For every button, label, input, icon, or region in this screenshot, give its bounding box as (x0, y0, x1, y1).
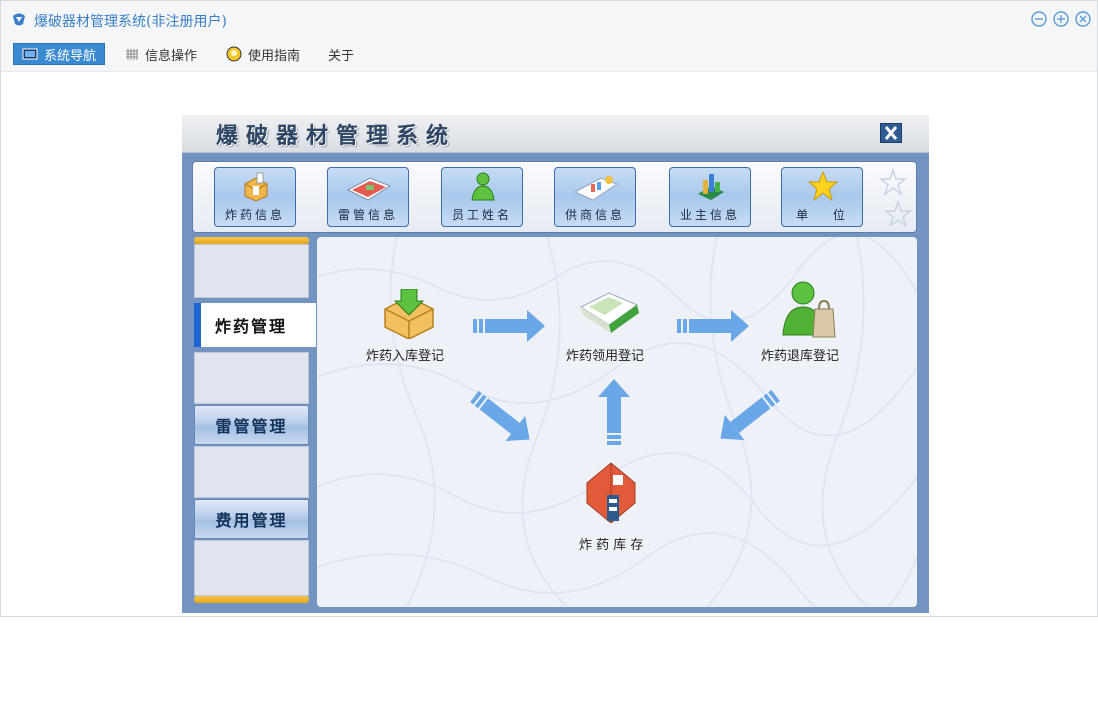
menu-info-ops[interactable]: 信息操作 (125, 43, 197, 65)
use-book-icon[interactable] (579, 285, 641, 337)
menu-label: 使用指南 (248, 48, 301, 64)
nav-item-explosive-management[interactable]: 炸药管理 (194, 303, 316, 347)
flow-stock-in-label[interactable]: 炸药入库登记 (366, 345, 444, 364)
app-close-button[interactable] (880, 123, 902, 143)
menu-label: 系统导航 (44, 48, 97, 64)
nav-item-label: 费用管理 (215, 511, 288, 530)
app-logo-icon (13, 13, 25, 26)
app-frame: 爆破器材管理系统 炸药信息 雷管信息 员工姓名 供商信息 业主信息 单 位 炸药… (182, 115, 929, 613)
toolbar-owner-info[interactable]: 业主信息 (669, 167, 751, 227)
nav-spacer (194, 446, 309, 498)
menu-system-nav[interactable]: 系统导航 (13, 43, 106, 65)
monitor-icon (22, 48, 38, 59)
menu-label: 信息操作 (145, 48, 198, 64)
employee-icon (471, 172, 495, 201)
flow-panel: 炸药入库登记 炸药领用登记 炸药退库登记 炸 药 库 存 (317, 237, 917, 607)
arrow-right-icon (677, 310, 749, 342)
owner-chart-icon (698, 174, 724, 200)
title-bar: 爆破器材管理系统(非注册用户) (1, 1, 1097, 39)
window-title: 爆破器材管理系统(非注册用户) (34, 14, 227, 30)
toolbar-employee-name[interactable]: 员工姓名 (441, 167, 523, 227)
nav-bottom-bar (194, 596, 309, 603)
bulb-icon (226, 46, 242, 62)
side-nav: 炸药管理 雷管管理 费用管理 (194, 237, 316, 607)
minimize-button[interactable] (1030, 10, 1048, 28)
toolbar-supplier-info[interactable]: 供商信息 (554, 167, 636, 227)
menu-guide[interactable]: 使用指南 (226, 43, 300, 65)
arrow-up-icon (598, 379, 630, 445)
explosive-box-icon (244, 172, 268, 202)
detonator-icon (346, 177, 392, 201)
toolbar-label: 员工姓名 (451, 208, 512, 222)
close-x-icon (884, 126, 898, 140)
close-icon (1075, 11, 1091, 27)
close-button[interactable] (1074, 10, 1092, 28)
toolbar-detonator-info[interactable]: 雷管信息 (327, 167, 409, 227)
main-window: 爆破器材管理系统(非注册用户) 系统导航 信息操作 使用指南 关于 爆破器材管理… (0, 0, 1098, 617)
flow-inventory-label[interactable]: 炸 药 库 存 (579, 534, 643, 553)
arrow-down-left-icon (720, 389, 780, 441)
toolbar-label: 单 位 (796, 208, 848, 222)
star-icon (808, 170, 838, 202)
toolbar-label: 雷管信息 (337, 208, 398, 222)
toolbar-label: 供商信息 (564, 208, 625, 222)
toolbar-unit[interactable]: 单 位 (781, 167, 863, 227)
supplier-icon (573, 176, 619, 201)
grid-icon (126, 48, 138, 60)
nav-item-expense-management[interactable]: 费用管理 (194, 499, 309, 539)
nav-active-label: 炸药管理 (215, 317, 288, 336)
toolbar-label: 炸药信息 (224, 208, 285, 222)
toolbar-label: 业主信息 (679, 208, 740, 222)
inventory-house-icon[interactable] (585, 461, 637, 523)
nav-item-detonator-management[interactable]: 雷管管理 (194, 405, 309, 445)
nav-spacer (194, 540, 309, 596)
nav-spacer (194, 244, 309, 298)
return-person-icon[interactable] (781, 279, 837, 339)
arrow-down-right-icon (470, 390, 530, 442)
maximize-button[interactable] (1052, 10, 1070, 28)
nav-item-label: 雷管管理 (215, 417, 288, 436)
nav-top-bar (194, 237, 309, 244)
flow-use-label[interactable]: 炸药领用登记 (566, 345, 644, 364)
app-title: 爆破器材管理系统 (216, 123, 457, 149)
stock-in-box-icon[interactable] (381, 289, 437, 339)
toolbar-explosive-info[interactable]: 炸药信息 (214, 167, 296, 227)
app-header: 爆破器材管理系统 (182, 115, 929, 153)
app-toolbar: 炸药信息 雷管信息 员工姓名 供商信息 业主信息 单 位 (192, 161, 917, 233)
maximize-icon (1053, 11, 1069, 27)
menu-about[interactable]: 关于 (328, 43, 354, 65)
flow-return-label[interactable]: 炸药退库登记 (761, 345, 839, 364)
menu-label: 关于 (328, 48, 355, 64)
nav-spacer (194, 352, 309, 404)
menu-bar: 系统导航 信息操作 使用指南 关于 (1, 39, 1097, 72)
arrow-right-icon (473, 310, 545, 342)
minimize-icon (1031, 11, 1047, 27)
